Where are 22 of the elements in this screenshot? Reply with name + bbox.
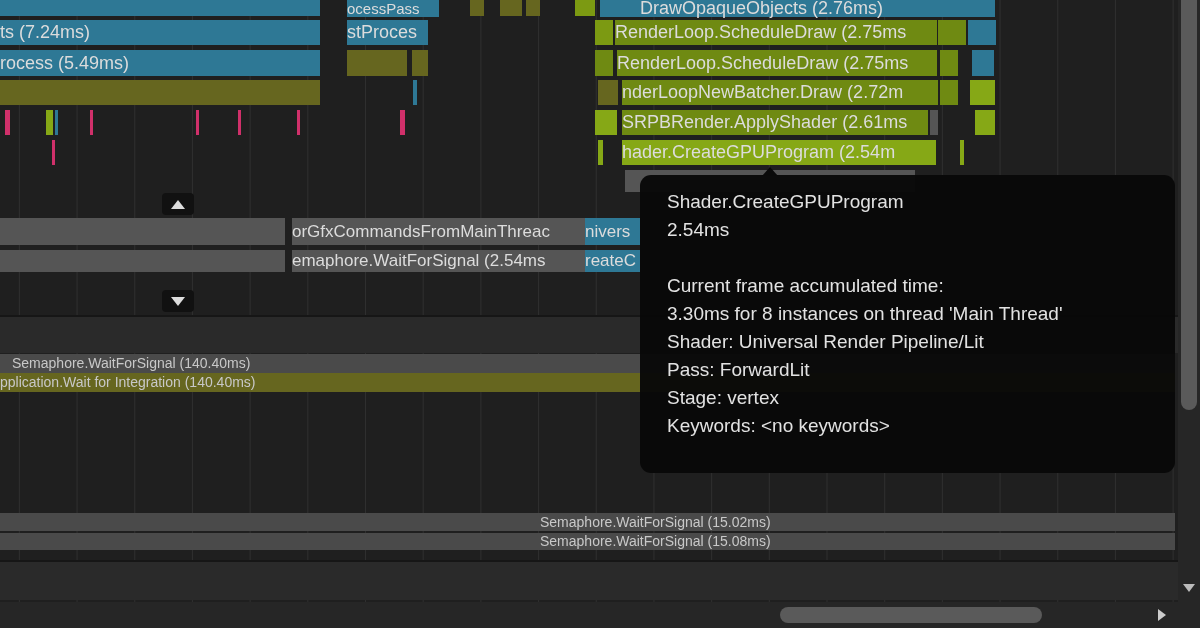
profiler-sample[interactable]: RenderLoop.ScheduleDraw (2.75ms [615,20,937,45]
profiler-sample[interactable]: nderLoopNewBatcher.Draw (2.72m [622,80,938,105]
tooltip-text: Shader: Universal Render Pipeline/Lit [667,330,985,354]
profiler-sample[interactable]: hader.CreateGPUProgram (2.54m [622,140,918,165]
profiler-sample[interactable]: nivers [585,218,640,245]
profiler-sample[interactable]: orGfxCommandsFromMainThreac [292,218,585,245]
profiler-sample[interactable]: DrawOpaqueObjects (2.76ms) [600,0,995,17]
profiler-sample[interactable]: ts (7.24ms) [0,20,320,45]
profiler-sample[interactable]: ocessPass [347,0,439,17]
profiler-sample[interactable]: rocess (5.49ms) [0,50,320,76]
profiler-sample[interactable]: stProces [347,20,428,45]
tooltip-text: Keywords: <no keywords> [667,414,891,438]
tooltip-text: 3.30ms for 8 instances on thread 'Main Thread' [667,302,1064,326]
tooltip-duration: 2.54ms [667,218,731,242]
profiler-sample[interactable]: emaphore.WaitForSignal (2.54ms [292,250,585,272]
profiler-sample[interactable]: SRPBRender.ApplyShader (2.61ms [622,110,928,135]
profiler-sample[interactable]: RenderLoop.ScheduleDraw (2.75ms [617,50,937,76]
profiler-sample[interactable]: reateC [585,250,640,272]
profiler-sample[interactable]: Semaphore.WaitForSignal (15.08ms) [0,533,1175,550]
profiler-sample[interactable]: Semaphore.WaitForSignal (15.02ms) [0,513,1175,531]
tooltip-title: Shader.CreateGPUProgram [667,190,905,214]
tooltip-text: Current frame accumulated time: [667,274,945,298]
